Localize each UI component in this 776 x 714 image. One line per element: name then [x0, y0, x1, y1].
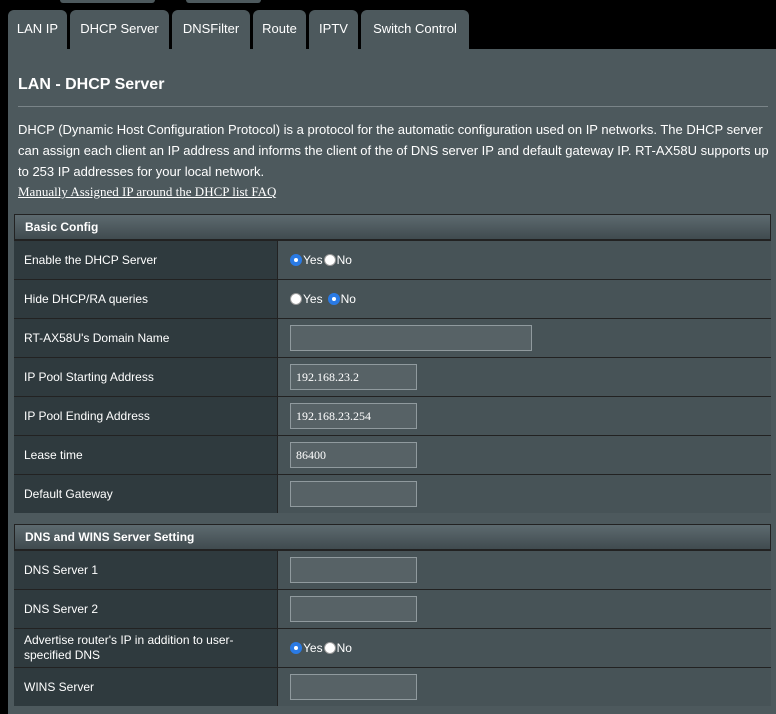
- field-label: Hide DHCP/RA queries: [14, 280, 277, 318]
- ip-pool-end-input[interactable]: 192.168.23.254: [290, 403, 417, 429]
- advertise-router-yes-radio[interactable]: [290, 642, 302, 654]
- field-label: DNS Server 2: [14, 590, 277, 628]
- page-title: LAN - DHCP Server: [18, 76, 165, 93]
- ip-pool-start-input[interactable]: 192.168.23.2: [290, 364, 417, 390]
- domain-name-input[interactable]: [290, 325, 532, 351]
- enable-dhcp-yes-radio[interactable]: [290, 254, 302, 266]
- hide-dhcp-ra-yes-radio[interactable]: [290, 293, 302, 305]
- field-label: IP Pool Ending Address: [14, 397, 277, 435]
- tab-iptv[interactable]: IPTV: [309, 10, 358, 50]
- advertise-router-radio-group: Yes No: [290, 641, 353, 655]
- lease-time-input[interactable]: 86400: [290, 442, 417, 468]
- tab-dhcp-server[interactable]: DHCP Server: [70, 10, 169, 50]
- field-label: Advertise router's IP in addition to use…: [14, 629, 277, 667]
- ip-pool-end-row: IP Pool Ending Address 192.168.23.254: [14, 396, 771, 435]
- ip-pool-start-row: IP Pool Starting Address 192.168.23.2: [14, 357, 771, 396]
- top-strip: [186, 0, 261, 3]
- dns1-row: DNS Server 1: [14, 550, 771, 589]
- field-label: Lease time: [14, 436, 277, 474]
- faq-link[interactable]: Manually Assigned IP around the DHCP lis…: [18, 184, 276, 200]
- radio-label: No: [336, 253, 352, 267]
- advertise-router-row: Advertise router's IP in addition to use…: [14, 628, 771, 667]
- main-panel: LAN - DHCP Server DHCP (Dynamic Host Con…: [8, 49, 776, 714]
- hide-dhcp-ra-row: Hide DHCP/RA queries Yes No: [14, 279, 771, 318]
- top-strip: [60, 0, 155, 3]
- title-divider: [18, 106, 768, 107]
- tab-route[interactable]: Route: [253, 10, 306, 50]
- enable-dhcp-row: Enable the DHCP Server Yes No: [14, 240, 771, 279]
- wins-input[interactable]: [290, 674, 417, 700]
- enable-dhcp-radio-group: Yes No: [290, 253, 353, 267]
- lease-time-row: Lease time 86400: [14, 435, 771, 474]
- hide-dhcp-ra-radio-group: Yes No: [290, 292, 357, 306]
- dns2-input[interactable]: [290, 596, 417, 622]
- default-gateway-row: Default Gateway: [14, 474, 771, 513]
- section-header: Basic Config: [14, 214, 771, 240]
- radio-label: Yes: [303, 641, 323, 655]
- page-description: DHCP (Dynamic Host Configuration Protoco…: [18, 122, 769, 179]
- wins-row: WINS Server: [14, 667, 771, 706]
- dns2-row: DNS Server 2: [14, 589, 771, 628]
- field-label: RT-AX58U's Domain Name: [14, 319, 277, 357]
- enable-dhcp-no-radio[interactable]: [323, 254, 336, 266]
- field-label: Enable the DHCP Server: [14, 241, 277, 279]
- default-gateway-input[interactable]: [290, 481, 417, 507]
- section-header: DNS and WINS Server Setting: [14, 524, 771, 550]
- field-label: WINS Server: [14, 668, 277, 706]
- basic-config-section: Basic Config Enable the DHCP Server Yes …: [14, 214, 771, 513]
- dns1-input[interactable]: [290, 557, 417, 583]
- dns-wins-section: DNS and WINS Server Setting DNS Server 1…: [14, 524, 771, 706]
- radio-label: No: [340, 292, 356, 306]
- field-label: DNS Server 1: [14, 551, 277, 589]
- advertise-router-no-radio[interactable]: [323, 642, 336, 654]
- radio-label: No: [336, 641, 352, 655]
- tab-dnsfilter[interactable]: DNSFilter: [172, 10, 250, 50]
- radio-label: Yes: [303, 292, 323, 306]
- tab-lan-ip[interactable]: LAN IP: [8, 10, 67, 50]
- domain-name-row: RT-AX58U's Domain Name: [14, 318, 771, 357]
- top-edge-strips: [0, 0, 776, 10]
- tab-switch-control[interactable]: Switch Control: [361, 10, 469, 50]
- field-label: IP Pool Starting Address: [14, 358, 277, 396]
- hide-dhcp-ra-no-radio[interactable]: [327, 293, 340, 305]
- field-label: Default Gateway: [14, 475, 277, 513]
- radio-label: Yes: [303, 253, 323, 267]
